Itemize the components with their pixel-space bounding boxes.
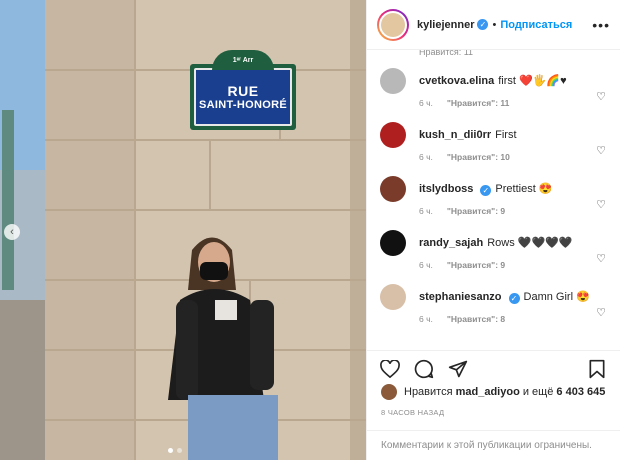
comment-button[interactable] — [413, 358, 435, 380]
post-actions — [367, 350, 620, 386]
comment-likes[interactable]: "Нравится": 9 — [447, 206, 505, 216]
comment-text: Prettiest 😍 — [495, 183, 553, 195]
likes-summary: Нравится mad_adiyoo и ещё 6 403 645 — [381, 384, 610, 400]
verified-badge-icon: ✓ — [480, 185, 492, 196]
comment-time: 6 ч. — [419, 98, 433, 108]
commenter-avatar[interactable] — [380, 230, 406, 256]
commenter-username[interactable]: stephaniesanzo — [419, 291, 502, 303]
post-side-panel: kyliejenner ✓ • Подписаться ••• Нравится… — [366, 0, 620, 460]
instagram-post: ‹ RUE SAINT-HONORÉ 1ᵉʳ Arr kyliejenner ✓… — [0, 0, 620, 460]
author-username[interactable]: kyliejenner — [417, 19, 474, 31]
paper-plane-icon — [448, 360, 468, 377]
comment-likes[interactable]: "Нравится": 10 — [447, 152, 510, 162]
sign-line-1: RUE — [227, 83, 259, 99]
comment-like-icon[interactable]: ♡ — [596, 252, 606, 265]
author-avatar[interactable] — [377, 8, 409, 41]
comment-item: kush_n_dii0rr First 6 ч. "Нравится": 10 ♡ — [367, 116, 620, 170]
comment-text: Damn Girl 😍 — [523, 291, 590, 303]
comment-like-icon[interactable]: ♡ — [596, 90, 606, 103]
comment-likes[interactable]: "Нравится": 11 — [447, 98, 509, 108]
commenter-username[interactable]: randy_sajah — [419, 237, 483, 249]
bookmark-icon — [589, 359, 605, 378]
carousel-prev-button[interactable]: ‹ — [4, 224, 20, 240]
comment-text: Rows 🖤🖤🖤🖤 — [487, 237, 573, 249]
comments-closed-notice: Комментарии к этой публикации ограничены… — [367, 430, 620, 460]
separator-dot: • — [492, 18, 497, 31]
liker-username[interactable]: mad_adiyoo — [456, 386, 520, 398]
comment-time: 6 ч. — [419, 314, 433, 324]
likes-prefix: Нравится — [404, 386, 453, 398]
commenter-username[interactable]: itslydboss — [419, 183, 473, 195]
photo-scene — [0, 0, 366, 460]
sign-arrondissement: 1ᵉʳ Arr — [232, 56, 254, 64]
like-button[interactable] — [379, 358, 401, 380]
comments-list[interactable]: Нравится: 11 cvetkova.elina first ❤️🖐🌈♥ 6 … — [367, 50, 620, 346]
comment-text: First — [495, 129, 517, 141]
sign-line-2: SAINT-HONORÉ — [199, 99, 287, 111]
liker-avatar — [381, 384, 397, 400]
carousel-indicator — [168, 448, 182, 453]
commenter-avatar[interactable] — [380, 68, 406, 94]
follow-button[interactable]: Подписаться — [500, 19, 572, 31]
comment-text: first ❤️🖐🌈♥ — [498, 75, 567, 87]
more-options-icon[interactable]: ••• — [592, 17, 610, 33]
comment-time: 6 ч. — [419, 152, 433, 162]
comment-like-icon[interactable]: ♡ — [596, 306, 606, 319]
likes-middle: и ещё — [522, 386, 554, 398]
comment-item: stephaniesanzo ✓ Damn Girl 😍 6 ч. "Нравится"… — [367, 278, 620, 332]
commenter-username[interactable]: cvetkova.elina — [419, 75, 494, 87]
verified-badge-icon: ✓ — [477, 19, 489, 30]
commenter-avatar[interactable] — [380, 284, 406, 310]
comment-time: 6 ч. — [419, 260, 433, 270]
comment-time: 6 ч. — [419, 206, 433, 216]
carousel-dot — [177, 448, 182, 453]
comment-item: cvetkova.elina first ❤️🖐🌈♥ 6 ч. "Нравится":… — [367, 62, 620, 116]
commenter-avatar[interactable] — [380, 176, 406, 202]
comment-likes[interactable]: "Нравится": 9 — [447, 260, 505, 270]
save-button[interactable] — [586, 358, 608, 380]
street-sign: RUE SAINT-HONORÉ 1ᵉʳ Arr — [190, 50, 296, 130]
likes-count[interactable]: 6 403 645 — [556, 386, 605, 398]
comment-like-icon[interactable]: ♡ — [596, 144, 606, 157]
partial-comment-meta: Нравится: 11 — [419, 50, 474, 57]
carousel-dot-active — [168, 448, 173, 453]
share-button[interactable] — [447, 358, 469, 380]
verified-badge-icon: ✓ — [508, 293, 520, 304]
comment-item: randy_sajah Rows 🖤🖤🖤🖤 6 ч. "Нравится": 9 ♡ — [367, 224, 620, 278]
comment-bubble-icon — [414, 359, 434, 378]
comment-item: itslydboss ✓ Prettiest 😍 6 ч. "Нравится": 9 ♡ — [367, 170, 620, 224]
commenter-avatar[interactable] — [380, 122, 406, 148]
comment-like-icon[interactable]: ♡ — [596, 198, 606, 211]
commenter-username[interactable]: kush_n_dii0rr — [419, 129, 491, 141]
post-timestamp: 8 ЧАСОВ НАЗАД — [381, 408, 445, 417]
post-photo[interactable]: ‹ RUE SAINT-HONORÉ 1ᵉʳ Arr — [0, 0, 366, 460]
post-header: kyliejenner ✓ • Подписаться ••• — [367, 0, 620, 50]
heart-icon — [380, 359, 400, 378]
comment-likes[interactable]: "Нравится": 8 — [447, 314, 505, 324]
